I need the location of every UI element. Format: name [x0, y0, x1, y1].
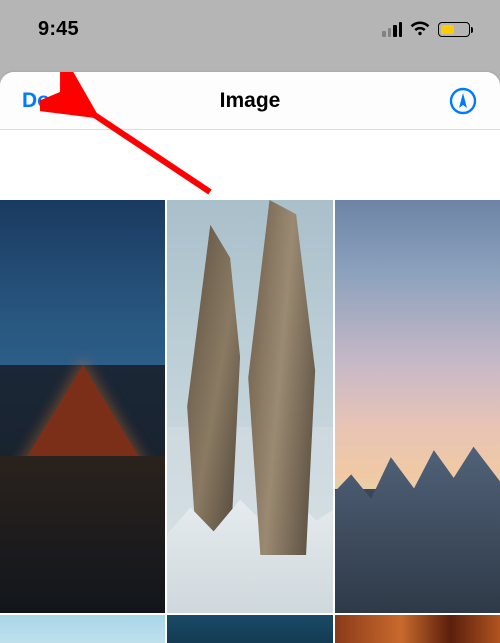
photo-thumbnail[interactable] — [335, 200, 500, 613]
markup-button[interactable] — [448, 86, 478, 116]
image-picker-sheet: Done Image — [0, 72, 500, 643]
battery-fill — [441, 25, 454, 34]
photo-thumbnail[interactable] — [167, 200, 332, 613]
wifi-icon — [409, 21, 431, 37]
status-time: 9:45 — [38, 18, 79, 41]
markup-icon — [449, 87, 477, 115]
photo-thumbnail[interactable] — [0, 615, 165, 643]
photo-thumbnail[interactable] — [167, 615, 332, 643]
cellular-icon — [382, 21, 402, 37]
photo-grid-area[interactable] — [0, 130, 500, 643]
photo-thumbnail[interactable] — [335, 615, 500, 643]
status-bar: 9:45 — [0, 0, 500, 58]
battery-icon — [438, 22, 470, 37]
nav-title: Image — [0, 89, 500, 113]
status-icons — [382, 21, 470, 37]
photo-thumbnail[interactable] — [0, 200, 165, 613]
photo-grid — [0, 200, 500, 643]
done-button[interactable]: Done — [22, 89, 75, 113]
nav-bar: Done Image — [0, 72, 500, 130]
